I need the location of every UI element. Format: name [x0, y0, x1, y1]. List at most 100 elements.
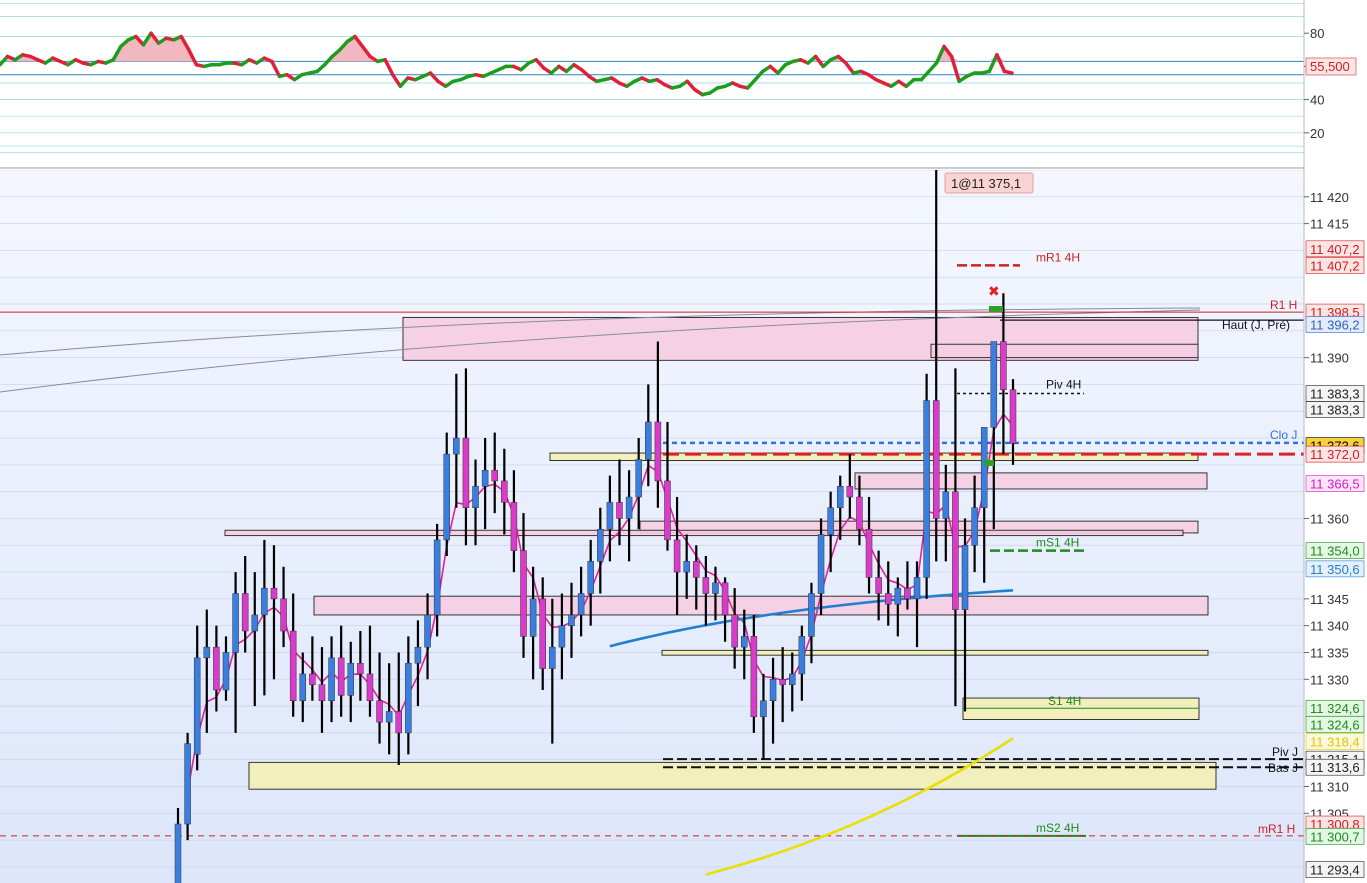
candle-body	[606, 502, 614, 530]
zone-rect	[313, 595, 1209, 616]
candle-body	[664, 480, 671, 541]
candle-body	[635, 459, 642, 498]
candle-body	[433, 539, 441, 616]
candle-body	[693, 561, 700, 578]
price-tag-label: 11 354,0	[1310, 544, 1360, 559]
candle-body	[366, 673, 374, 701]
candle-body	[520, 550, 527, 637]
candle-body	[1009, 389, 1017, 444]
price-tick-label: 11 330	[1310, 672, 1349, 687]
price-tag-label: 11 324,6	[1310, 701, 1360, 716]
candle-body	[875, 577, 882, 594]
rsi-tick-label: 40	[1310, 93, 1324, 108]
price-tag-label: 11 372,0	[1310, 447, 1360, 462]
candle-body	[836, 486, 844, 508]
candle-body	[769, 679, 777, 701]
candle-body	[510, 502, 518, 551]
price-tick-label: 11 345	[1310, 592, 1349, 607]
rsi-panel: 80604020 55,500	[0, 0, 1367, 170]
candle-body	[702, 577, 710, 594]
rsi-segment	[1002, 69, 1014, 75]
level-label: R1 H	[1270, 298, 1297, 312]
order-tooltip: 1@11 375,1	[944, 172, 1034, 194]
candle-body	[673, 539, 681, 573]
candle-body	[731, 614, 738, 648]
candle-body	[443, 453, 450, 541]
price-tag-label: 11 324,6	[1310, 717, 1360, 732]
candle-body	[232, 593, 239, 653]
price-tag-label: 11 383,3	[1310, 403, 1360, 418]
candle-body	[385, 711, 393, 723]
candle-body	[337, 657, 345, 696]
price-tick-label: 11 420	[1310, 190, 1349, 205]
level-label: Clo J	[1270, 428, 1297, 442]
price-tag-label: 11 293,4	[1310, 863, 1360, 878]
candle-body	[721, 582, 729, 616]
price-tag-label: 11 407,2	[1310, 242, 1360, 257]
level-label: S1 4H	[1048, 694, 1081, 708]
candle-body	[193, 657, 201, 755]
candle-body	[568, 614, 575, 626]
candle-body	[328, 657, 335, 701]
candle-body	[529, 598, 537, 637]
level-label: Piv 4H	[1046, 378, 1081, 392]
sell-marker-icon: ✖	[988, 283, 1000, 299]
candle-body	[597, 528, 604, 562]
candle-body	[395, 711, 402, 734]
candle-body	[856, 496, 863, 530]
price-tag-label: 11 366,5	[1310, 477, 1360, 492]
candle-body	[347, 662, 355, 696]
candle-body	[645, 421, 652, 460]
candle-body	[760, 700, 767, 718]
candle-body	[472, 486, 479, 508]
candle-body	[817, 534, 825, 594]
price-tick-label: 11 310	[1310, 780, 1349, 795]
rsi-tick-label: 80	[1310, 26, 1324, 41]
price-panel: ✖ 1@11 375,1 11 420 11 415 11 390 11 360 11 …	[0, 170, 1365, 883]
candle-body	[827, 507, 834, 535]
candle-body	[654, 421, 662, 482]
candle-body	[184, 743, 191, 825]
rsi-tick-label: 20	[1310, 126, 1324, 141]
candle-body	[779, 679, 786, 685]
candle-body	[558, 625, 566, 648]
candle-body	[318, 684, 326, 701]
candle-body	[501, 480, 508, 503]
candle-body	[923, 400, 930, 578]
candle-body	[241, 593, 249, 632]
rsi-current-value-tag: 55,500	[1305, 57, 1357, 76]
candle-body	[549, 646, 556, 669]
level-label: Haut (J, Pré)	[1222, 318, 1290, 332]
candle-body	[913, 577, 921, 600]
candle-body	[865, 528, 873, 578]
rsi-current-value: 55,500	[1310, 59, 1350, 74]
candle-body	[203, 646, 211, 659]
candle-body	[577, 593, 585, 616]
price-tick-label: 11 360	[1310, 511, 1349, 526]
candle-body	[683, 561, 690, 573]
candle-body	[491, 469, 498, 482]
candle-body	[299, 673, 307, 701]
candle-body	[405, 662, 412, 734]
price-tag-label: 11 300,7	[1310, 829, 1360, 844]
candle-body	[616, 502, 623, 519]
candle-body	[280, 598, 287, 632]
candle-body	[942, 491, 950, 519]
level-label: mR1 H	[1258, 822, 1295, 836]
order-tooltip-text: 1@11 375,1	[951, 176, 1021, 191]
price-tag-label: 11 396,2	[1310, 317, 1360, 332]
candle-body	[222, 652, 230, 691]
candle-body	[904, 587, 911, 600]
candle-body	[741, 636, 748, 648]
candle-body	[453, 437, 460, 455]
zone-rect	[854, 472, 1208, 490]
candle-body	[808, 593, 815, 637]
price-tag-label: 11 383,3	[1310, 387, 1360, 402]
price-tag-label: 11 407,2	[1310, 258, 1360, 273]
price-tick-label: 11 335	[1310, 645, 1349, 660]
candle-body	[289, 630, 297, 701]
price-tick-label: 11 340	[1310, 619, 1349, 634]
buy-fill-marker-icon	[989, 306, 1003, 312]
candle-body	[261, 587, 268, 616]
candle-body	[1000, 341, 1007, 391]
